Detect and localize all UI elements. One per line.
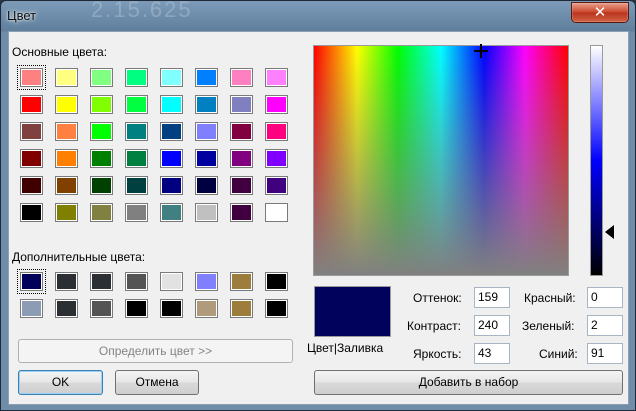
custom-color-swatch[interactable] xyxy=(160,272,183,291)
title-bar: 2.15.625 Цвет ✕ xyxy=(1,0,635,31)
custom-color-swatch[interactable] xyxy=(55,272,78,291)
custom-colors-label: Дополнительные цвета: xyxy=(12,250,146,264)
basic-color-swatch[interactable] xyxy=(160,122,183,141)
basic-color-swatch[interactable] xyxy=(20,122,43,141)
custom-color-swatch[interactable] xyxy=(230,299,253,318)
basic-color-swatch[interactable] xyxy=(20,95,43,114)
basic-color-swatch[interactable] xyxy=(195,68,218,87)
basic-color-swatch[interactable] xyxy=(125,149,148,168)
custom-color-swatch[interactable] xyxy=(17,269,46,294)
custom-color-swatch[interactable] xyxy=(265,272,288,291)
basic-color-swatch[interactable] xyxy=(125,95,148,114)
blue-label: Синий: xyxy=(539,347,578,361)
green-label: Зеленый: xyxy=(522,319,575,333)
luminosity-label: Яркость: xyxy=(413,347,462,361)
basic-color-swatch[interactable] xyxy=(160,68,183,87)
custom-color-swatch[interactable] xyxy=(20,299,43,318)
hue-label: Оттенок: xyxy=(413,291,462,305)
custom-color-swatch[interactable] xyxy=(55,299,78,318)
basic-color-swatch[interactable] xyxy=(160,149,183,168)
basic-color-swatch[interactable] xyxy=(90,149,113,168)
basic-color-swatch[interactable] xyxy=(125,176,148,195)
basic-color-swatch[interactable] xyxy=(90,95,113,114)
custom-color-swatch[interactable] xyxy=(90,299,113,318)
basic-color-swatch[interactable] xyxy=(55,149,78,168)
luminosity-arrow-icon[interactable] xyxy=(605,225,614,239)
basic-color-swatch[interactable] xyxy=(195,122,218,141)
saturation-input[interactable]: 240 xyxy=(474,315,510,336)
basic-color-swatch[interactable] xyxy=(17,65,46,90)
color-dialog-window: 2.15.625 Цвет ✕ Основные цвета: Дополнит… xyxy=(0,0,636,411)
basic-color-swatch[interactable] xyxy=(195,203,218,222)
hue-input[interactable]: 159 xyxy=(474,287,510,308)
basic-color-swatch[interactable] xyxy=(230,95,253,114)
luminosity-bar[interactable] xyxy=(590,45,603,276)
define-custom-color-button[interactable]: Определить цвет >> xyxy=(18,339,293,363)
color-preview xyxy=(314,286,391,337)
basic-color-swatch[interactable] xyxy=(20,149,43,168)
saturation-label: Контраст: xyxy=(407,319,461,333)
custom-color-swatch[interactable] xyxy=(230,272,253,291)
basic-color-swatch[interactable] xyxy=(265,149,288,168)
basic-color-swatch[interactable] xyxy=(20,176,43,195)
crosshair-icon[interactable] xyxy=(474,44,488,58)
basic-color-swatch[interactable] xyxy=(265,203,288,222)
custom-color-swatch[interactable] xyxy=(160,299,183,318)
custom-color-swatch[interactable] xyxy=(125,299,148,318)
basic-color-swatch[interactable] xyxy=(55,176,78,195)
blue-input[interactable]: 91 xyxy=(587,343,623,364)
basic-color-swatch[interactable] xyxy=(90,68,113,87)
luminosity-input[interactable]: 43 xyxy=(474,343,510,364)
basic-color-swatch[interactable] xyxy=(160,176,183,195)
custom-color-swatch[interactable] xyxy=(195,299,218,318)
cancel-button[interactable]: Отмена xyxy=(115,370,199,395)
basic-color-swatch[interactable] xyxy=(230,203,253,222)
window-title: Цвет xyxy=(7,8,37,23)
basic-color-swatch[interactable] xyxy=(125,68,148,87)
basic-color-swatch[interactable] xyxy=(90,176,113,195)
dialog-client-area: Основные цвета: Дополнительные цвета: Оп… xyxy=(8,31,629,405)
basic-color-swatch[interactable] xyxy=(195,176,218,195)
red-input[interactable]: 0 xyxy=(587,287,623,308)
basic-color-swatch[interactable] xyxy=(55,122,78,141)
basic-color-swatch[interactable] xyxy=(55,95,78,114)
background-app-text: 2.15.625 xyxy=(91,0,193,22)
basic-color-swatch[interactable] xyxy=(230,68,253,87)
basic-color-swatch[interactable] xyxy=(230,122,253,141)
red-label: Красный: xyxy=(524,291,576,305)
custom-color-swatch[interactable] xyxy=(125,272,148,291)
basic-color-swatch[interactable] xyxy=(55,68,78,87)
close-icon: ✕ xyxy=(593,4,607,21)
basic-color-swatch[interactable] xyxy=(125,122,148,141)
custom-color-swatch[interactable] xyxy=(195,272,218,291)
basic-color-swatch[interactable] xyxy=(265,68,288,87)
basic-color-swatch[interactable] xyxy=(90,203,113,222)
custom-color-swatch[interactable] xyxy=(90,272,113,291)
basic-color-swatch[interactable] xyxy=(195,149,218,168)
basic-colors-label: Основные цвета: xyxy=(12,45,108,59)
color-spectrum[interactable] xyxy=(313,44,569,276)
basic-color-swatch[interactable] xyxy=(90,122,113,141)
basic-color-swatch[interactable] xyxy=(230,176,253,195)
basic-color-swatch[interactable] xyxy=(20,203,43,222)
basic-color-swatch[interactable] xyxy=(160,95,183,114)
color-solid-label: Цвет|Заливка xyxy=(307,341,384,355)
basic-color-swatch[interactable] xyxy=(55,203,78,222)
basic-color-swatch[interactable] xyxy=(265,95,288,114)
basic-color-swatch[interactable] xyxy=(160,203,183,222)
add-to-custom-colors-button[interactable]: Добавить в набор xyxy=(314,370,623,395)
custom-color-swatch[interactable] xyxy=(265,299,288,318)
basic-color-swatch[interactable] xyxy=(230,149,253,168)
basic-color-swatch[interactable] xyxy=(125,203,148,222)
green-input[interactable]: 2 xyxy=(587,315,623,336)
basic-color-swatch[interactable] xyxy=(265,176,288,195)
ok-button[interactable]: OK xyxy=(18,370,103,395)
basic-color-swatch[interactable] xyxy=(265,122,288,141)
close-button[interactable]: ✕ xyxy=(571,2,629,23)
basic-color-swatch[interactable] xyxy=(195,95,218,114)
